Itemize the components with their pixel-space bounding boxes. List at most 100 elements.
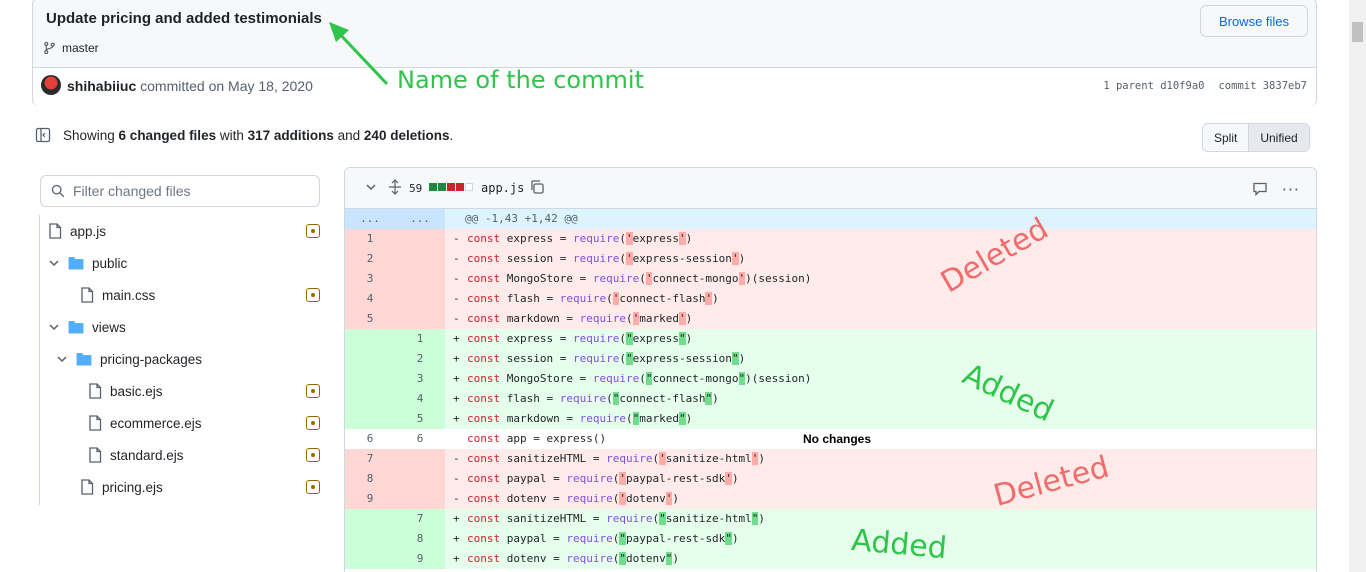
new-line-number[interactable] xyxy=(395,269,445,289)
new-line-number[interactable]: 2 xyxy=(395,349,445,369)
browse-files-button[interactable]: Browse files xyxy=(1200,5,1308,37)
avatar[interactable] xyxy=(41,75,61,95)
new-line-number[interactable]: 6 xyxy=(395,429,445,449)
old-line-number[interactable]: 5 xyxy=(345,309,395,329)
search-icon xyxy=(51,184,65,198)
diffstat-bar xyxy=(429,183,437,191)
tree-file[interactable]: main.css xyxy=(80,279,320,311)
old-line-number[interactable] xyxy=(345,529,395,549)
new-line-number[interactable]: 3 xyxy=(395,369,445,389)
folder-icon xyxy=(68,321,84,334)
comment-icon[interactable] xyxy=(1252,181,1268,197)
old-line-number[interactable]: 6 xyxy=(345,429,395,449)
tree-folder[interactable]: pricing-packages xyxy=(56,343,320,375)
new-line-number[interactable] xyxy=(395,309,445,329)
tree-item-label: app.js xyxy=(70,223,107,239)
added-line: 1 + const express = require("express") xyxy=(345,329,1316,349)
split-view-button[interactable]: Split xyxy=(1203,124,1250,151)
code-content: + const sanitizeHTML = require("sanitize-… xyxy=(453,512,766,525)
modified-icon xyxy=(306,448,320,462)
diff-file-header: 59 app.js ··· xyxy=(345,168,1316,209)
old-line-number[interactable] xyxy=(345,389,395,409)
new-line-number[interactable] xyxy=(395,449,445,469)
tree-item-label: main.css xyxy=(102,287,156,303)
deleted-line: 2 - const session = require('express-sessi… xyxy=(345,249,1316,269)
old-line-number[interactable]: 4 xyxy=(345,289,395,309)
new-line-number[interactable]: 8 xyxy=(395,529,445,549)
old-line-number[interactable]: 9 xyxy=(345,489,395,509)
diffstat-bars xyxy=(429,183,473,191)
tree-file[interactable]: basic.ejs xyxy=(88,375,320,407)
new-line-number[interactable]: 7 xyxy=(395,509,445,529)
code-content: - const sanitizeHTML = require('sanitize-… xyxy=(453,452,766,465)
file-icon xyxy=(81,287,94,303)
tree-item-label: views xyxy=(92,319,126,335)
old-line-number[interactable] xyxy=(345,349,395,369)
diff-filename[interactable]: app.js xyxy=(481,181,524,195)
new-line-number[interactable]: 1 xyxy=(395,329,445,349)
modified-icon xyxy=(306,384,320,398)
deleted-line: 4 - const flash = require('connect-flash') xyxy=(345,289,1316,309)
page-scrollbar[interactable] xyxy=(1349,0,1366,572)
summary-text: Showing 6 changed files with 317 additio… xyxy=(63,127,454,143)
old-line-number[interactable]: 3 xyxy=(345,269,395,289)
copy-icon[interactable] xyxy=(529,179,545,195)
file-icon xyxy=(89,415,102,431)
new-line-number[interactable]: 9 xyxy=(395,549,445,569)
file-icon xyxy=(81,479,94,495)
old-line-number[interactable] xyxy=(345,369,395,389)
old-line-number[interactable]: 7 xyxy=(345,449,395,469)
new-line-number[interactable]: 5 xyxy=(395,409,445,429)
tree-item-label: pricing.ejs xyxy=(102,479,163,495)
tree-folder[interactable]: public xyxy=(48,247,320,279)
new-line-number[interactable] xyxy=(395,229,445,249)
chevron-down-icon[interactable] xyxy=(56,353,68,365)
chevron-down-icon[interactable] xyxy=(365,181,377,193)
diffstat-bar xyxy=(456,183,464,191)
old-line-number[interactable] xyxy=(345,409,395,429)
old-line-number[interactable]: 2 xyxy=(345,249,395,269)
tree-file[interactable]: standard.ejs xyxy=(88,439,320,471)
new-line-number[interactable] xyxy=(395,289,445,309)
new-line-number[interactable] xyxy=(395,489,445,509)
new-line-number[interactable] xyxy=(395,469,445,489)
new-line-number[interactable]: 4 xyxy=(395,389,445,409)
filter-files-input[interactable]: Filter changed files xyxy=(40,175,320,207)
old-line-number[interactable]: 8 xyxy=(345,469,395,489)
added-line: 4 + const flash = require("connect-flash") xyxy=(345,389,1316,409)
tree-folder[interactable]: views xyxy=(48,311,320,343)
tree-file[interactable]: ecommerce.ejs xyxy=(88,407,320,439)
parent-hash[interactable]: 1 parent d10f9a0 xyxy=(1103,80,1204,92)
branch-indicator[interactable]: master xyxy=(43,41,99,55)
chevron-down-icon[interactable] xyxy=(48,321,60,333)
author-link[interactable]: shihabiiuc xyxy=(67,78,136,94)
old-line-number[interactable] xyxy=(345,329,395,349)
hunk-expand-old[interactable]: ... xyxy=(345,209,395,229)
unified-view-button[interactable]: Unified xyxy=(1249,124,1309,151)
deleted-line: 1 - const express = require('express') xyxy=(345,229,1316,249)
scrollbar-thumb[interactable] xyxy=(1352,22,1363,42)
old-line-number[interactable]: 1 xyxy=(345,229,395,249)
added-line: 7 + const sanitizeHTML = require("sanitize… xyxy=(345,509,1316,529)
annotation-commit-name: Name of the commit xyxy=(397,66,644,94)
old-line-number[interactable] xyxy=(345,509,395,529)
git-branch-icon xyxy=(44,41,55,55)
expand-icon[interactable] xyxy=(388,179,402,195)
tree-file[interactable]: app.js xyxy=(48,215,320,247)
deleted-line: 5 - const markdown = require('marked') xyxy=(345,309,1316,329)
tree-item-label: ecommerce.ejs xyxy=(110,415,202,431)
more-options-icon[interactable]: ··· xyxy=(1282,180,1300,199)
file-icon xyxy=(89,447,102,463)
commit-hash: commit 3837eb7 xyxy=(1218,80,1307,92)
new-line-number[interactable] xyxy=(395,249,445,269)
sidebar-toggle-icon[interactable] xyxy=(35,127,51,143)
hunk-expand-new[interactable]: ... xyxy=(395,209,445,229)
code-content: - const markdown = require('marked') xyxy=(453,312,693,325)
chevron-down-icon[interactable] xyxy=(48,257,60,269)
commit-meta: shihabiiuc committed on May 18, 2020 1 p… xyxy=(33,67,1316,106)
committed-date: committed on May 18, 2020 xyxy=(136,78,313,94)
old-line-number[interactable] xyxy=(345,549,395,569)
tree-file[interactable]: pricing.ejs xyxy=(80,471,320,503)
commit-title: Update pricing and added testimonials xyxy=(46,10,322,27)
filter-placeholder: Filter changed files xyxy=(73,183,191,199)
